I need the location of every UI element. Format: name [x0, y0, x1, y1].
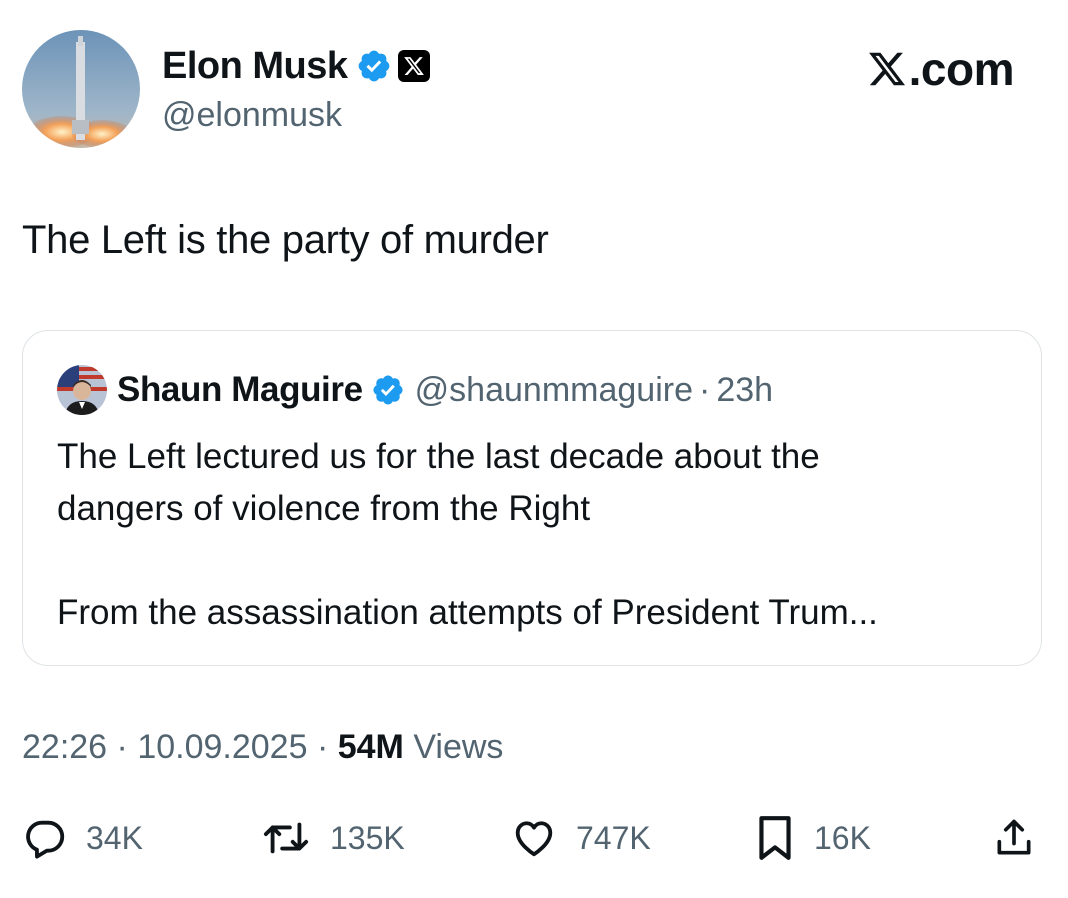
brand-label: .com: [908, 43, 1015, 95]
tweet-text: The Left is the party of murder: [22, 218, 549, 262]
quoted-tweet-text: The Left lectured us for the last decade…: [57, 431, 1017, 639]
quoted-author-handle[interactable]: @shaunmmaguire: [415, 371, 693, 410]
tweet-date[interactable]: 10.09.2025: [137, 728, 307, 766]
reply-button[interactable]: 34K: [22, 808, 143, 868]
views-label: Views: [413, 728, 504, 766]
bookmark-button[interactable]: 16K: [754, 808, 871, 868]
like-count: 747K: [576, 819, 651, 856]
share-icon: [997, 819, 1031, 855]
reply-icon: [26, 820, 65, 859]
meta-separator: ·: [316, 728, 329, 766]
quoted-tweet-separator: ·: [698, 370, 711, 409]
quoted-author-display-name[interactable]: Shaun Maguire: [117, 370, 363, 410]
bookmark-icon: [759, 816, 791, 860]
like-button[interactable]: 747K: [510, 808, 651, 868]
repost-button[interactable]: 135K: [260, 808, 405, 868]
repost-icon: [263, 822, 309, 854]
x-com-brand: .com: [867, 42, 1015, 96]
author-display-name[interactable]: Elon Musk: [162, 45, 348, 88]
verified-badge-icon: [358, 50, 389, 82]
x-logo-icon: [403, 57, 424, 75]
quoted-tweet-line: dangers of violence from the Right: [57, 489, 591, 528]
x-affiliate-badge: [397, 50, 430, 82]
quoted-tweet-time[interactable]: 23h: [716, 371, 773, 410]
quoted-tweet-line: From the assassination attempts of Presi…: [57, 593, 878, 632]
quoted-tweet-header: Shaun Maguire @shaunmmaguire · 23h: [57, 363, 773, 417]
bookmark-count: 16K: [814, 819, 871, 856]
views-count: 54M: [337, 728, 404, 766]
quoted-author-avatar[interactable]: [57, 365, 107, 415]
verified-badge-icon: [373, 375, 403, 405]
author-handle[interactable]: @elonmusk: [162, 96, 342, 135]
tweet-meta: 22:26 · 10.09.2025 · 54M Views: [22, 728, 503, 767]
quoted-tweet-line: The Left lectured us for the last decade…: [57, 437, 820, 476]
action-bar: 34K 135K 747K 16K: [22, 808, 1042, 868]
repost-count: 135K: [330, 819, 405, 856]
author-name-row: Elon Musk: [162, 42, 430, 90]
quoted-tweet-card[interactable]: Shaun Maguire @shaunmmaguire · 23h The L…: [22, 330, 1042, 666]
reply-count: 34K: [86, 819, 143, 856]
author-avatar[interactable]: [22, 30, 140, 148]
share-button[interactable]: [992, 808, 1036, 868]
meta-separator: ·: [116, 728, 128, 766]
tweet-time[interactable]: 22:26: [22, 728, 107, 766]
heart-icon: [515, 821, 553, 857]
x-logo-icon: [868, 52, 905, 86]
